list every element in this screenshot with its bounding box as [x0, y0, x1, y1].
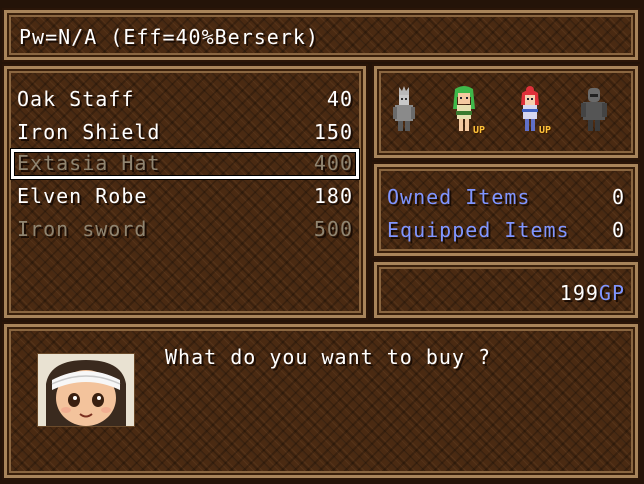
item-name: Oak Staff: [17, 87, 135, 111]
dialog-window: What do you want to buy ?: [4, 324, 638, 478]
equipped-items-label: Equipped Items: [387, 218, 570, 242]
owned-items-label: Owned Items: [387, 185, 531, 209]
item-name: Iron Shield: [17, 120, 161, 144]
item-list-window: Oak Staff 40 Iron Shield 150 Extasia Hat…: [4, 66, 366, 318]
item-price: 180: [313, 184, 353, 208]
shopkeeper-face-icon: [38, 354, 134, 426]
dark-knight-sprite-icon: [581, 88, 607, 131]
gray-warrior-sprite-icon: [393, 86, 415, 131]
party-member-3: UP: [515, 85, 551, 139]
party-member-4: [579, 85, 609, 139]
item-price: 150: [313, 120, 353, 144]
party-member-1: [389, 85, 419, 139]
party-member-2: UP: [449, 85, 485, 139]
party-window: UP UP: [374, 66, 638, 158]
gold-window: 199GP: [374, 262, 638, 318]
equipped-items-value: 0: [611, 218, 625, 242]
status-up-badge: UP: [539, 125, 552, 136]
dialog-message: What do you want to buy ?: [165, 345, 492, 369]
gold-amount: 199: [559, 281, 599, 305]
gold-display: 199GP: [560, 281, 625, 305]
status-up-badge: UP: [473, 125, 486, 136]
gold-unit: GP: [598, 281, 625, 305]
help-window: Pw=N/A (Eff=40%Berserk): [4, 10, 638, 60]
item-name: Elven Robe: [17, 184, 148, 208]
shopkeeper-portrait: [37, 353, 135, 427]
shop-screen: Pw=N/A (Eff=40%Berserk) Oak Staff 40 Iro…: [0, 0, 644, 484]
item-name: Extasia Hat: [17, 151, 161, 175]
item-price: 40: [326, 87, 353, 111]
stats-window: Owned Items 0 Equipped Items 0: [374, 164, 638, 256]
owned-items-value: 0: [611, 185, 625, 209]
item-price: 400: [313, 151, 353, 175]
item-name: Iron sword: [17, 217, 148, 241]
item-price: 500: [313, 217, 353, 241]
help-text: Pw=N/A (Eff=40%Berserk): [19, 25, 319, 49]
